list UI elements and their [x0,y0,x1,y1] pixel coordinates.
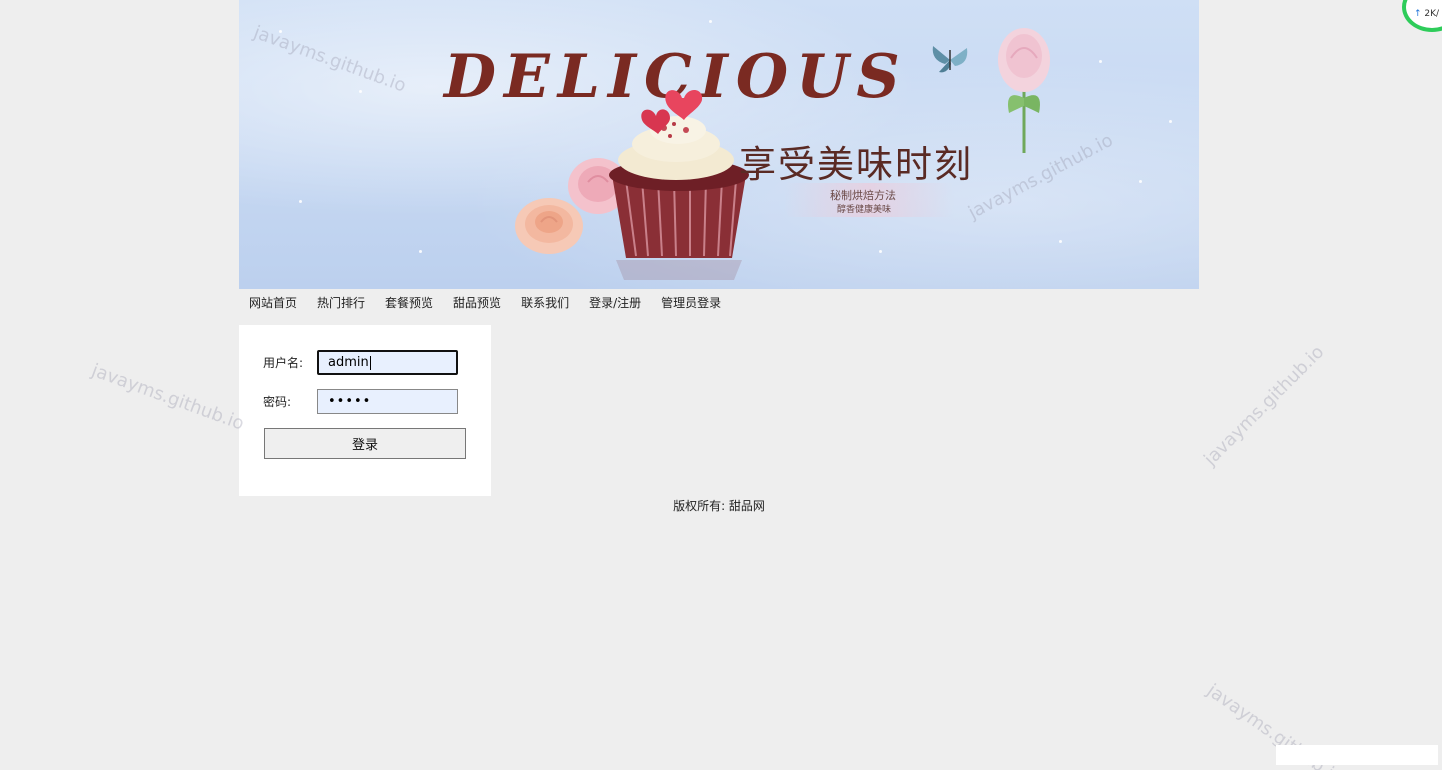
sparkle [1169,120,1172,123]
sparkle [879,250,882,253]
username-input[interactable]: admin [317,350,458,375]
sparkle [1059,240,1062,243]
nav-admin-login[interactable]: 管理员登录 [661,294,721,312]
password-mask: ••••• [328,394,372,409]
upload-speed-label: ↑ 2K/ [1414,9,1439,19]
upload-arrow-icon: ↑ [1414,9,1422,19]
header-banner: DELICIOUS 享受美味时刻 秘制烘焙方法 醇香健康美味 [239,0,1199,289]
watermark: javayms.github.io [88,360,247,435]
username-label: 用户名: [263,356,304,370]
nav-dessert-preview[interactable]: 甜品预览 [453,294,501,312]
upload-speed-value: 2K/ [1424,9,1440,19]
username-value: admin [328,355,369,370]
nav-set-meal-preview[interactable]: 套餐预览 [385,294,433,312]
login-button[interactable]: 登录 [264,428,466,459]
butterfly-image [932,46,968,73]
page: DELICIOUS 享受美味时刻 秘制烘焙方法 醇香健康美味 网站首页 热门排行… [0,0,1442,770]
main-nav: 网站首页 热门排行 套餐预览 甜品预览 联系我们 登录/注册 管理员登录 [249,294,741,312]
nav-login-register[interactable]: 登录/注册 [589,294,641,312]
password-row: 密码: ••••• [263,389,458,414]
corner-blank-panel [1276,745,1438,765]
sparkle [419,250,422,253]
username-row: 用户名: admin [263,350,458,375]
sparkle [359,90,362,93]
watermark: javayms.github.io [1200,341,1329,470]
sparkle [1139,180,1142,183]
banner-subtitle-small: 醇香健康美味 [837,205,892,215]
nav-home[interactable]: 网站首页 [249,294,297,312]
sparkle [709,20,712,23]
cupcake-image [609,89,749,280]
login-form: 用户名: admin 密码: ••••• 登录 [239,325,491,496]
password-label: 密码: [263,395,292,409]
banner-subtitle: 秘制烘焙方法 [830,189,896,202]
nav-contact-us[interactable]: 联系我们 [521,294,569,312]
sparkle [299,200,302,203]
rose-bud-image [998,28,1050,153]
text-caret [369,355,371,370]
password-input[interactable]: ••••• [317,389,458,414]
nav-hot-ranking[interactable]: 热门排行 [317,294,365,312]
copyright-footer: 版权所有: 甜品网 [673,499,765,513]
banner-slogan: 享受美味时刻 [739,143,973,186]
sparkle [1099,60,1102,63]
